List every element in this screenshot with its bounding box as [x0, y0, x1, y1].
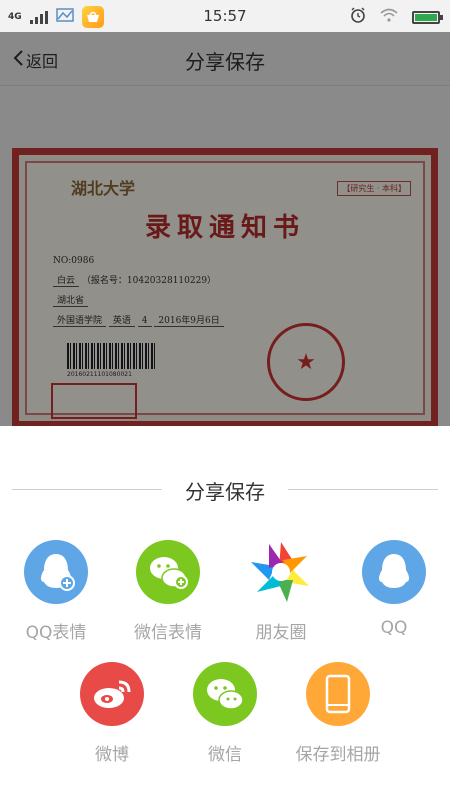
battery-icon [412, 10, 443, 24]
share-label: 微信 [208, 745, 242, 765]
qq-icon [362, 540, 426, 604]
share-sheet-header: 分享保存 [0, 476, 450, 504]
alarm-icon [350, 7, 366, 27]
share-label: 保存到相册 [295, 745, 381, 765]
share-label: QQ表情 [25, 623, 87, 643]
share-label: QQ [380, 618, 408, 638]
share-label: 朋友圈 [255, 623, 307, 643]
status-right [350, 7, 443, 27]
share-moments[interactable]: 朋友圈 [226, 540, 336, 643]
share-sheet-title: 分享保存 [185, 480, 265, 504]
save-to-album[interactable]: 保存到相册 [283, 662, 393, 765]
share-wechat[interactable]: 微信 [170, 662, 280, 765]
share-label: 微博 [95, 745, 129, 765]
share-qq-emoji[interactable]: QQ表情 [1, 540, 111, 643]
wechat-icon [193, 662, 257, 726]
save-album-icon [306, 662, 370, 726]
wechat-emoji-icon [136, 540, 200, 604]
qq-emoji-icon [24, 540, 88, 604]
share-sheet: 分享保存 QQ表情 微信表情 朋友圈 QQ 微博 微信 保存到相册 [0, 426, 450, 800]
dim-overlay[interactable] [0, 32, 450, 426]
status-bar: 4G 15:57 [0, 0, 450, 32]
share-wechat-emoji[interactable]: 微信表情 [113, 540, 223, 643]
share-qq[interactable]: QQ [339, 540, 449, 638]
share-label: 微信表情 [134, 623, 202, 643]
share-weibo[interactable]: 微博 [57, 662, 167, 765]
moments-icon [249, 540, 313, 604]
divider-right [288, 489, 438, 490]
weibo-icon [80, 662, 144, 726]
wifi-icon [380, 8, 398, 26]
